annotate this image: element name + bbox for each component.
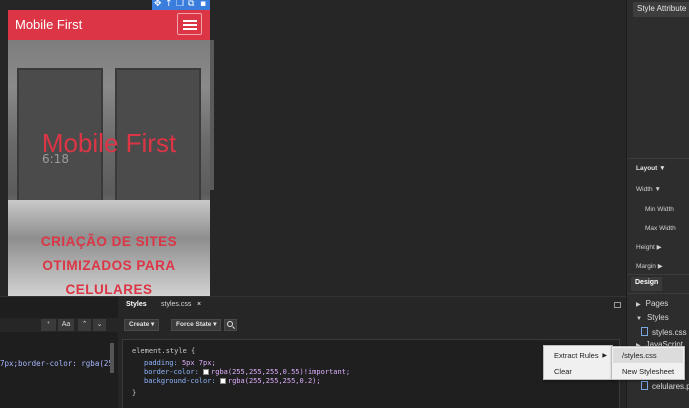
html-panel: ⁺ Aa ⌃ ⌄ 7px;border-color: rgba(255,255,…	[0, 296, 118, 408]
menu-item-clear[interactable]: Clear	[554, 367, 572, 376]
tree-styles-css[interactable]: styles.css	[641, 327, 687, 337]
extract-rules-submenu: /styles.css New Stylesheet	[611, 346, 685, 380]
style-attribute-button[interactable]: Style Attribute	[633, 2, 689, 17]
phone-preview: 6:18 Mobile First CRIAÇÃO DE SITES OTIMI…	[8, 10, 210, 296]
margin-row[interactable]: Margin ▶	[636, 262, 663, 270]
layout-label: Layout	[636, 165, 658, 172]
caret-right-icon: ▶	[656, 244, 662, 251]
close-tab-icon[interactable]: ×	[197, 301, 201, 308]
width-label: Width	[636, 186, 653, 193]
color-swatch[interactable]	[203, 369, 210, 375]
expand-panel-icon[interactable]	[614, 302, 621, 308]
trash-icon[interactable]: ▪	[200, 0, 206, 9]
menu-item-new-stylesheet[interactable]: New Stylesheet	[613, 364, 683, 379]
navbar[interactable]: Mobile First	[8, 10, 210, 40]
copy-icon[interactable]: ❐	[176, 0, 184, 9]
link-icon[interactable]: ⧉	[188, 0, 194, 9]
canvas-scrollbar[interactable]	[210, 40, 214, 190]
tree-pages[interactable]: ▶ Pages	[636, 299, 668, 308]
design-canvas[interactable]: ✥ ↑ ❐ ⧉ ▪ 6:18 Mobile First CRIAÇÃO DE S…	[0, 0, 626, 296]
move-down-icon[interactable]: ⌄	[93, 319, 106, 331]
closing-brace: }	[132, 389, 137, 397]
submenu-arrow-icon: ▶	[602, 353, 607, 359]
max-width-label[interactable]: Max Width	[645, 225, 676, 232]
tree-image-file[interactable]: celulares.p	[641, 381, 689, 391]
move-icon[interactable]: ✥	[154, 0, 162, 9]
layout-section[interactable]: Layout ▼	[636, 165, 666, 172]
search-icon[interactable]	[224, 319, 237, 331]
hero-subtitle[interactable]: CRIAÇÃO DE SITES OTIMIZADOS PARA CELULAR…	[8, 230, 210, 296]
caret-down-icon: ▼	[654, 186, 661, 193]
hero-subtitle-line-1: CRIAÇÃO DE SITES	[40, 234, 178, 249]
hero-subtitle-line-3: CELULARES	[65, 282, 153, 296]
hero-title[interactable]: Mobile First	[8, 128, 210, 159]
menu-item-styles-css[interactable]: /styles.css	[613, 348, 683, 363]
style-selector: element.style {	[132, 347, 196, 355]
caret-right-icon: ▶	[636, 302, 641, 308]
background-color-declaration[interactable]: background-color: rgba(255,255,255,0.2);	[144, 377, 321, 385]
app-window: ✥ ↑ ❐ ⧉ ▪ 6:18 Mobile First CRIAÇÃO DE S…	[0, 0, 689, 408]
height-row[interactable]: Height ▶	[636, 243, 662, 251]
height-label: Height	[636, 244, 655, 251]
element-toolbar: ✥ ↑ ❐ ⧉ ▪	[152, 0, 210, 10]
caret-down-icon: ▼	[659, 165, 666, 172]
color-swatch[interactable]	[219, 378, 226, 384]
html-code-snippet[interactable]: 7px;border-color: rgba(255,255,25	[0, 359, 112, 368]
hamburger-menu-icon[interactable]	[177, 13, 202, 35]
context-menu: Extract Rules ▶ Clear	[543, 345, 613, 380]
padding-declaration[interactable]: padding: 5px 7px;	[144, 359, 216, 367]
tab-styles-css[interactable]: styles.css	[161, 301, 191, 308]
tab-design[interactable]: Design	[631, 277, 663, 291]
min-width-label[interactable]: Min Width	[645, 206, 674, 213]
arrow-up-icon[interactable]: ↑	[165, 0, 173, 9]
caret-right-icon: ▶	[657, 263, 663, 270]
create-dropdown[interactable]: Create ▾	[124, 319, 160, 331]
font-size-button[interactable]: Aa	[58, 319, 74, 331]
tree-styles[interactable]: ▼ Styles	[636, 313, 669, 322]
html-panel-scrollbar[interactable]	[110, 343, 114, 373]
width-row[interactable]: Width ▼	[636, 186, 661, 193]
hero-section[interactable]: 6:18 Mobile First CRIAÇÃO DE SITES OTIMI…	[8, 40, 210, 296]
caret-down-icon: ▾	[213, 321, 217, 328]
navbar-brand[interactable]: Mobile First	[15, 17, 82, 32]
move-up-icon[interactable]: ⌃	[78, 319, 91, 331]
menu-item-extract-rules[interactable]: Extract Rules	[554, 351, 599, 360]
tab-styles[interactable]: Styles	[126, 301, 147, 308]
caret-down-icon: ▾	[151, 321, 155, 328]
caret-down-icon: ▼	[636, 316, 642, 322]
border-color-declaration[interactable]: border-color: rgba(255,255,255,0.55)!imp…	[144, 368, 350, 376]
margin-label: Margin	[636, 263, 656, 270]
force-state-dropdown[interactable]: Force State ▾	[171, 319, 222, 331]
hero-subtitle-line-2: OTIMIZADOS PARA	[42, 258, 176, 273]
wand-icon[interactable]: ⁺	[41, 319, 56, 331]
image-file-icon	[641, 381, 648, 390]
file-icon	[641, 327, 648, 336]
